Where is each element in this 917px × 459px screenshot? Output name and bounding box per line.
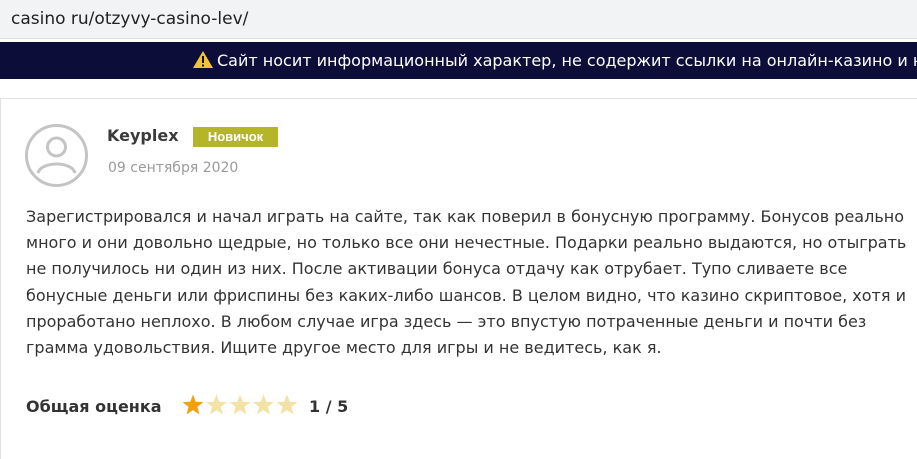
- review-text-line: бонусные деньги или фриспины без каких-л…: [26, 285, 906, 305]
- disclaimer-text: Сайт носит информационный характер, не с…: [217, 51, 917, 70]
- review-text-line: не получилось ни один из них. После акти…: [26, 259, 848, 279]
- address-bar[interactable]: casino ru/otzyvy-casino-lev/: [0, 0, 917, 39]
- review-author[interactable]: Keyplex: [107, 126, 179, 145]
- review-text-line: Зарегистрировался и начал играть на сайт…: [26, 207, 904, 226]
- review-text-line: проработано неплохо. В любом случае игра…: [26, 311, 867, 331]
- user-rank-badge: Новичок: [193, 127, 278, 147]
- url-text[interactable]: casino ru/otzyvy-casino-lev/: [11, 9, 248, 29]
- review-date: 09 сентября 2020: [108, 160, 239, 176]
- user-avatar-icon: [25, 124, 88, 187]
- rating-score: 1 / 5: [309, 397, 349, 416]
- review-text: Зарегистрировался и начал играть на сайт…: [26, 204, 906, 361]
- star-icon: [276, 394, 298, 415]
- rating-label: Общая оценка: [26, 397, 162, 416]
- disclaimer-banner: Сайт носит информационный характер, не с…: [0, 42, 917, 79]
- review-text-line: много и они довольно щедрые, но только в…: [26, 233, 907, 253]
- star-icon: [206, 394, 227, 415]
- star-icon: [229, 394, 251, 415]
- star-icon: [182, 394, 204, 415]
- review-text-line: грамма удовольствия. Ищите другое место …: [26, 338, 662, 358]
- star-icon: [253, 394, 274, 415]
- warning-icon: [193, 51, 213, 68]
- star-rating: [181, 393, 301, 417]
